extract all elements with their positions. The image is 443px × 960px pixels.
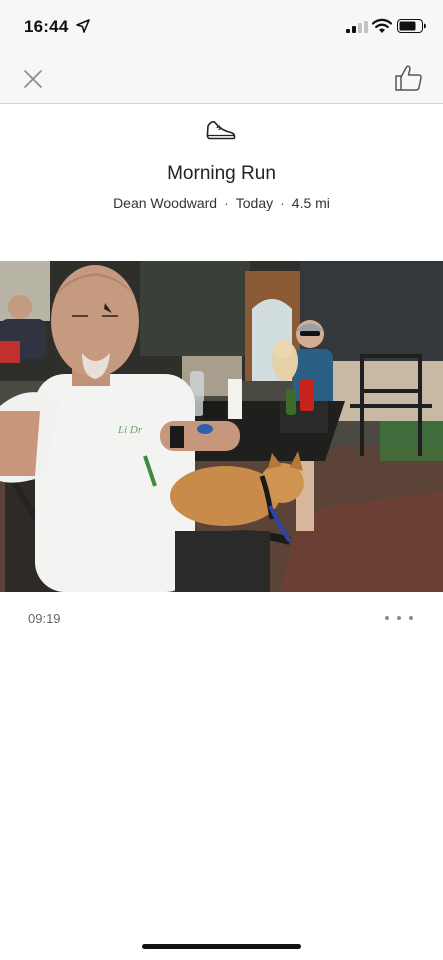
thumbs-up-icon[interactable] (394, 64, 424, 92)
more-options-icon[interactable] (382, 608, 416, 628)
activity-duration: 09:19 (28, 611, 61, 626)
shirt-text: Li Dr (117, 424, 143, 436)
photo-illustration: Li Dr (0, 261, 443, 592)
activity-photo[interactable]: Li Dr (0, 261, 443, 592)
running-shoe-icon (206, 121, 236, 140)
status-time: 16:44 (24, 17, 69, 36)
wifi-icon (372, 18, 392, 33)
activity-date: Today (235, 195, 274, 211)
nav-bar (0, 52, 443, 104)
athlete-name[interactable]: Dean Woodward (113, 195, 217, 211)
status-bar: 16:44 (0, 0, 443, 52)
cellular-signal-icon (346, 21, 368, 33)
home-indicator[interactable] (142, 944, 301, 949)
location-arrow-icon (76, 19, 90, 33)
meta-separator: · (224, 195, 229, 211)
battery-icon (397, 19, 426, 33)
activity-title: Morning Run (167, 163, 276, 184)
meta-separator: · (280, 195, 285, 211)
close-icon[interactable] (20, 66, 46, 92)
activity-meta: Dean Woodward · Today · 4.5 mi (0, 195, 443, 211)
activity-distance: 4.5 mi (291, 195, 330, 211)
